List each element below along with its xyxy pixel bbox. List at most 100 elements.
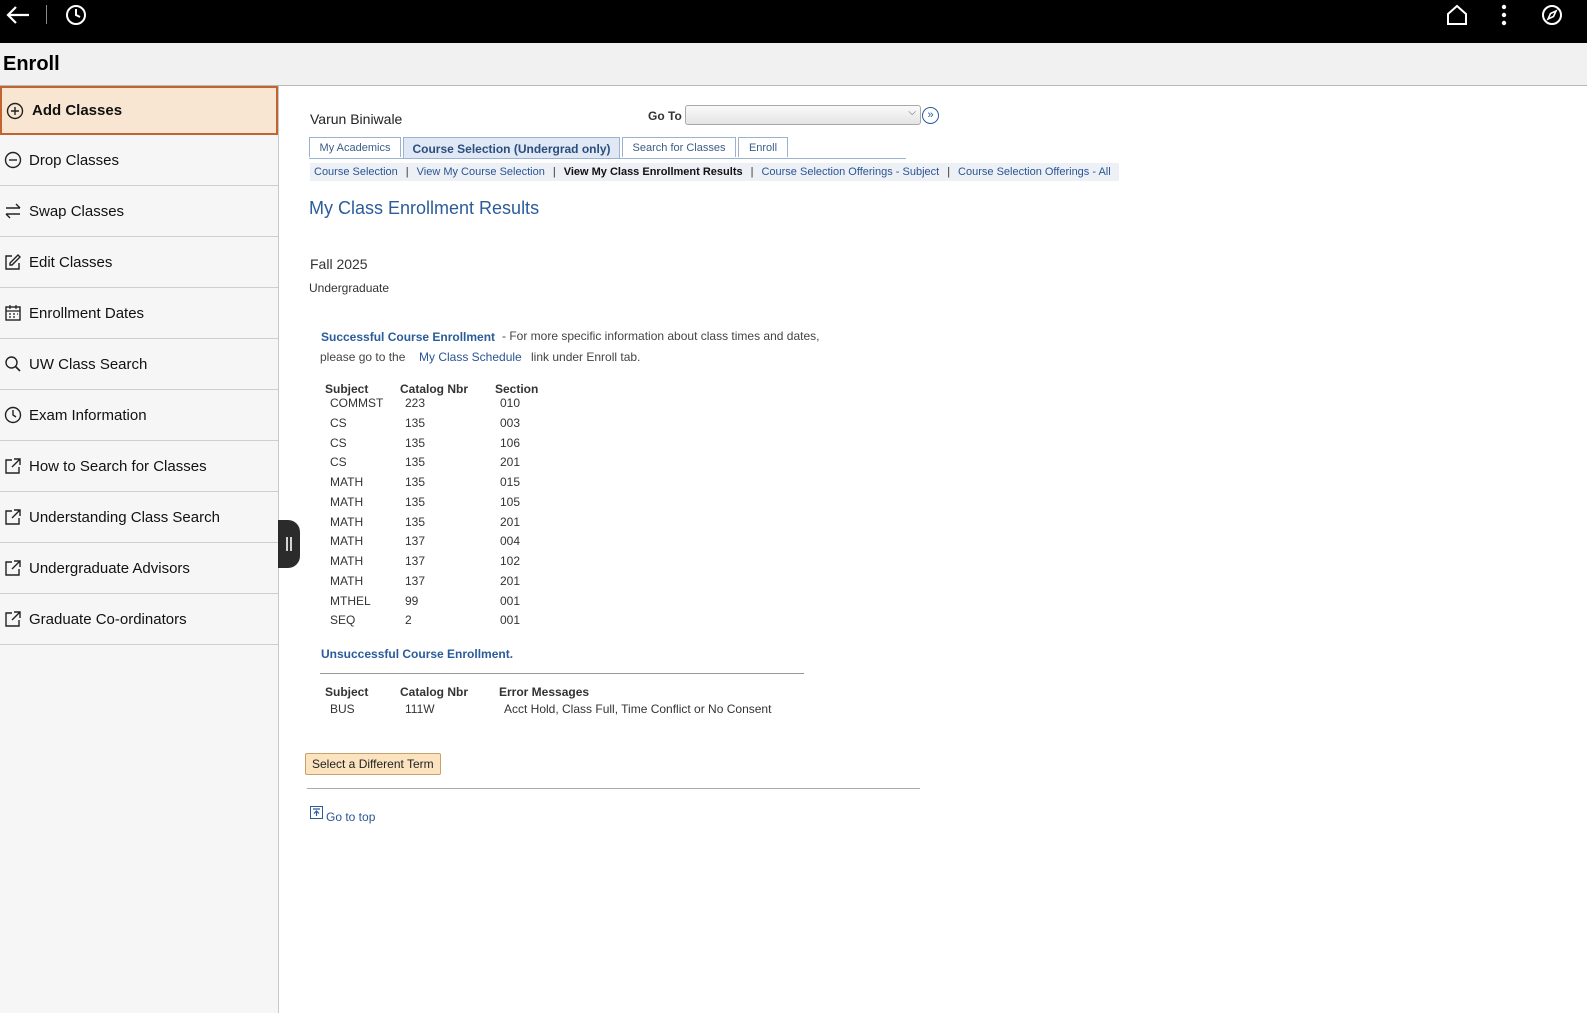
sidebar-item-how-to-search[interactable]: How to Search for Classes	[0, 441, 278, 492]
column-header-subject: Subject	[325, 685, 369, 699]
sidebar-item-label: Swap Classes	[29, 202, 125, 220]
subnav-course-selection[interactable]: Course Selection	[310, 166, 402, 178]
external-link-icon	[4, 559, 22, 577]
sidebar-item-exam-information[interactable]: Exam Information	[0, 390, 278, 441]
search-icon	[4, 355, 22, 373]
success-info-text: - For more specific information about cl…	[502, 329, 820, 343]
cell-catalog: 2	[405, 613, 412, 628]
term-label: Fall 2025	[310, 256, 368, 272]
subnav-view-enrollment-results: View My Class Enrollment Results	[563, 166, 743, 178]
sidebar-item-drop-classes[interactable]: Drop Classes	[0, 135, 278, 186]
cell-catalog: 223	[405, 396, 426, 410]
select-different-term-button[interactable]: Select a Different Term	[305, 753, 441, 775]
section-divider	[320, 673, 804, 674]
swap-icon	[4, 202, 22, 220]
back-arrow-icon[interactable]	[4, 0, 32, 30]
subnav-separator: |	[750, 166, 754, 178]
cell-subject: MATH	[330, 475, 364, 489]
cell-section: 001	[500, 593, 521, 608]
user-name: Varun Biniwale	[310, 111, 403, 127]
sidebar-item-uw-class-search[interactable]: UW Class Search	[0, 339, 278, 390]
cell-subject: MATH	[330, 534, 364, 549]
column-header-error-messages: Error Messages	[499, 685, 590, 699]
cell-subject: CS	[330, 415, 347, 430]
sidebar-item-enrollment-dates[interactable]: Enrollment Dates	[0, 288, 278, 339]
subnav-offerings-subject[interactable]: Course Selection Offerings - Subject	[757, 166, 943, 178]
page-title: My Class Enrollment Results	[309, 198, 540, 218]
subnav-separator: |	[405, 166, 409, 178]
career-label: Undergraduate	[309, 281, 390, 295]
cell-subject: COMMST	[330, 396, 384, 410]
sidebar-item-label: Undergraduate Advisors	[29, 559, 190, 577]
goto-submit-button[interactable]: »	[922, 107, 939, 124]
compass-icon[interactable]	[1539, 0, 1565, 30]
clock-icon	[4, 406, 22, 424]
unsuccessful-error-message: Acct Hold, Class Full, Time Conflict or …	[504, 702, 772, 716]
tab-label: My Academics	[319, 141, 391, 154]
my-class-schedule-link[interactable]: My Class Schedule	[419, 350, 522, 364]
home-icon[interactable]	[1445, 0, 1469, 30]
tab-search-for-classes[interactable]: Search for Classes	[622, 137, 736, 157]
tab-label: Search for Classes	[632, 141, 726, 154]
tab-label: Enroll	[748, 141, 778, 154]
sidebar-item-understanding-class-search[interactable]: Understanding Class Search	[0, 492, 278, 543]
column-header-catalog: Catalog Nbr	[400, 382, 469, 396]
sidebar-item-undergraduate-advisors[interactable]: Undergraduate Advisors	[0, 543, 278, 594]
minus-circle-icon	[4, 151, 22, 169]
more-vertical-icon[interactable]	[1494, 0, 1514, 30]
tab-enroll[interactable]: Enroll	[738, 137, 788, 157]
main-content: Varun Biniwale Go To ⌵ » My Academics Co…	[280, 86, 1580, 1006]
cell-catalog: 135	[405, 475, 426, 489]
cell-section: 105	[500, 494, 521, 509]
page-header-title: Enroll	[3, 53, 60, 75]
external-link-icon	[4, 610, 22, 628]
column-header-catalog: Catalog Nbr	[400, 685, 469, 699]
clock-icon[interactable]	[64, 0, 88, 30]
cell-catalog: 135	[405, 415, 426, 430]
sidebar-item-label: How to Search for Classes	[29, 457, 207, 475]
toolbar-divider	[46, 5, 47, 24]
external-link-icon	[4, 508, 22, 526]
go-to-top-icon[interactable]	[310, 806, 323, 819]
cell-subject: MTHEL	[330, 593, 371, 608]
cell-section: 201	[500, 573, 521, 588]
cell-catalog: 137	[405, 534, 426, 549]
sidebar: Add Classes Drop Classes Swap Classes Ed…	[0, 86, 279, 1013]
cell-catalog: 135	[405, 494, 426, 509]
sidebar-item-label: Enrollment Dates	[29, 304, 145, 322]
subnav-view-my-course-selection[interactable]: View My Course Selection	[413, 166, 549, 178]
subnav-offerings-all[interactable]: Course Selection Offerings - All	[954, 166, 1115, 178]
subnav-separator: |	[552, 166, 556, 178]
sidebar-item-add-classes[interactable]: Add Classes	[0, 86, 278, 135]
cell-section: 201	[500, 455, 521, 470]
page-header: Enroll	[0, 43, 1587, 86]
cell-section: 015	[500, 475, 521, 489]
sidebar-item-label: Drop Classes	[29, 151, 120, 169]
success-info-text: please go to the	[320, 350, 406, 364]
unsuccessful-catalog: 111W	[405, 702, 435, 716]
cell-subject: CS	[330, 435, 347, 450]
go-to-top-link[interactable]: Go to top	[326, 810, 375, 824]
tab-my-academics[interactable]: My Academics	[309, 137, 401, 157]
sidebar-item-swap-classes[interactable]: Swap Classes	[0, 186, 278, 237]
sidebar-item-label: Understanding Class Search	[29, 508, 220, 526]
successful-enrollment-heading: Successful Course Enrollment	[321, 330, 496, 344]
sidebar-item-label: Edit Classes	[29, 253, 113, 271]
sidebar-item-label: UW Class Search	[29, 355, 148, 373]
footer-divider	[307, 788, 920, 789]
cell-section: 010	[500, 396, 521, 410]
double-chevron-right-icon: »	[927, 109, 934, 121]
cell-catalog: 137	[405, 554, 426, 568]
subnav-separator: |	[947, 166, 951, 178]
cell-subject: MATH	[330, 494, 364, 509]
sidebar-item-edit-classes[interactable]: Edit Classes	[0, 237, 278, 288]
cell-section: 001	[500, 613, 521, 628]
goto-select[interactable]: ⌵	[685, 105, 921, 125]
sidebar-item-graduate-coordinators[interactable]: Graduate Co-ordinators	[0, 594, 278, 645]
sidebar-item-label: Exam Information	[29, 406, 147, 424]
cell-section: 004	[500, 534, 521, 549]
cell-subject: MATH	[330, 514, 364, 529]
cell-catalog: 135	[405, 514, 426, 529]
tab-course-selection[interactable]: Course Selection (Undergrad only)	[403, 137, 620, 159]
tab-label: Course Selection (Undergrad only)	[412, 141, 611, 156]
